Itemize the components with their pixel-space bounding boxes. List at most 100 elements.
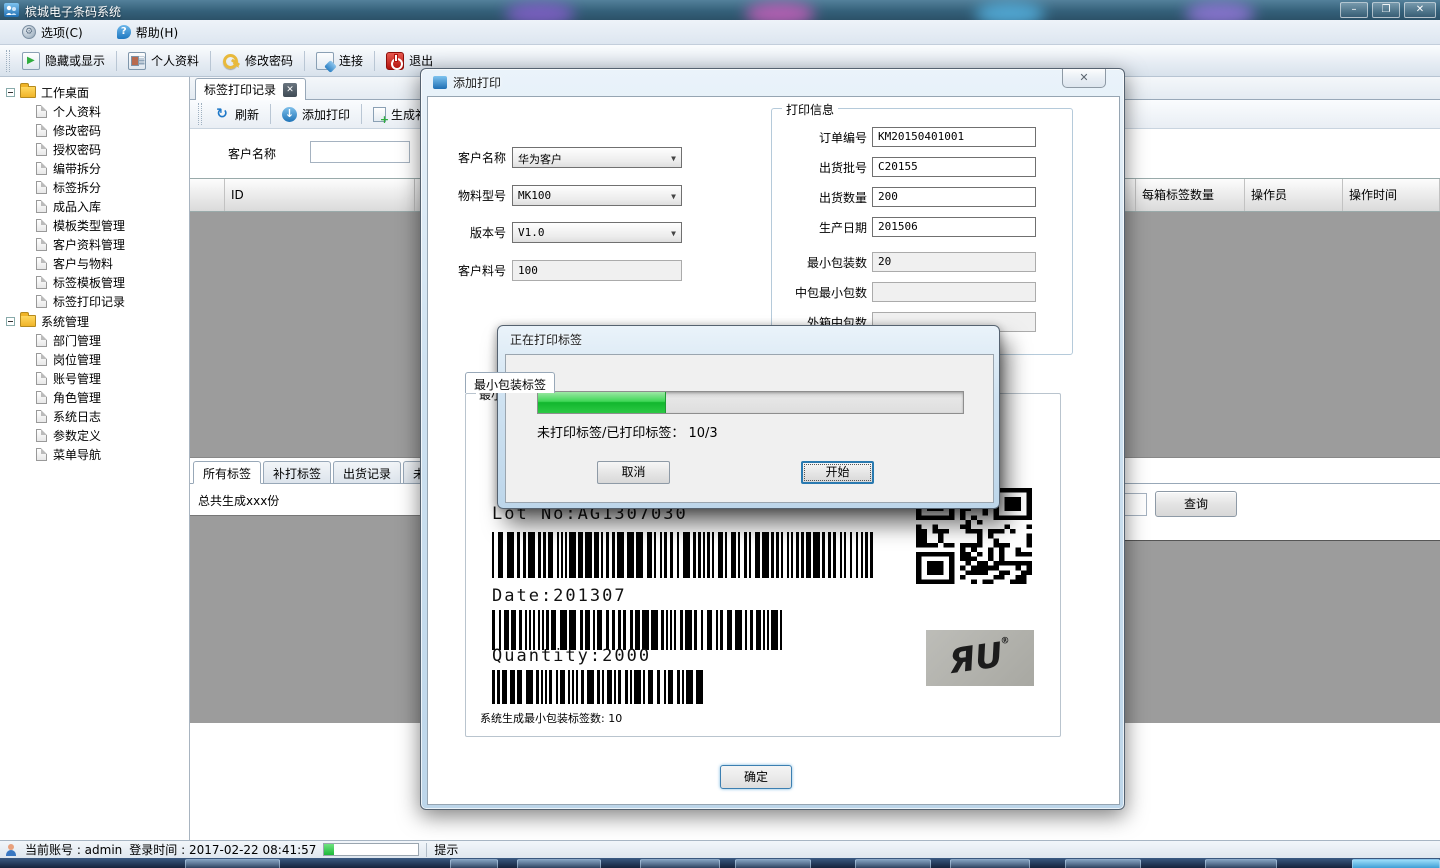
tree-expander-icon[interactable] [6, 88, 15, 97]
grid-column-header[interactable]: ID [225, 179, 415, 211]
tree-item[interactable]: 模板类型管理 [0, 216, 189, 235]
records-toolbar-add-print[interactable]: ↓添加打印 [274, 103, 358, 126]
lower-tab-2[interactable]: 出货记录 [333, 461, 401, 484]
menu-item-label: 帮助(H) [136, 24, 178, 41]
tree-item[interactable]: 系统日志 [0, 407, 189, 426]
empty-panel [1125, 540, 1440, 723]
tree-group-system[interactable]: 系统管理 [0, 311, 189, 331]
customer-name-input[interactable] [310, 141, 410, 163]
preview-tab[interactable]: 最小包装标签 [465, 372, 555, 393]
toolbar-button-hide-show[interactable]: 隐藏或显示 [14, 49, 113, 73]
quantity-barcode [492, 670, 706, 704]
toolbar-button-connect[interactable]: 连接 [308, 49, 371, 73]
tree-item[interactable]: 岗位管理 [0, 350, 189, 369]
tree-item[interactable]: 部门管理 [0, 331, 189, 350]
grid-column-header[interactable]: 每箱标签数量 [1136, 179, 1245, 211]
close-button[interactable]: ✕ [1404, 2, 1436, 18]
taskbar-button[interactable] [640, 859, 720, 868]
toolbar-button-change-password[interactable]: 修改密码 [214, 49, 301, 73]
tree-item[interactable]: 角色管理 [0, 388, 189, 407]
toolbar-button-profile[interactable]: 个人资料 [120, 49, 207, 73]
lower-tab-1[interactable]: 补打标签 [263, 461, 331, 484]
combo-2[interactable]: V1.0▼ [512, 222, 682, 243]
tip-label: 提示 [434, 841, 458, 858]
tab-close-icon[interactable]: ✕ [283, 83, 297, 97]
restore-button[interactable]: ❐ [1372, 2, 1400, 18]
field-label: 客户料号 [436, 262, 512, 279]
taskbar-button[interactable] [517, 859, 601, 868]
taskbar-button[interactable] [855, 859, 931, 868]
tab-label: 标签打印记录 [204, 81, 276, 98]
menu-item-help[interactable]: ?帮助(H) [113, 22, 182, 43]
refresh-icon: ↻ [214, 106, 230, 122]
tree-item[interactable]: 标签拆分 [0, 178, 189, 197]
combo-0[interactable]: 华为客户▼ [512, 147, 682, 168]
field-label: 出货批号 [772, 159, 872, 176]
field-label: 物料型号 [436, 187, 512, 204]
grid-column-header[interactable]: 操作时间 [1343, 179, 1440, 211]
divider [426, 843, 427, 857]
window-title: 槟城电子条码系统 [25, 3, 121, 20]
date-barcode [492, 610, 792, 650]
toolbar-grip [6, 50, 10, 72]
ok-button[interactable]: 确定 [720, 765, 792, 789]
tree-expander-icon[interactable] [6, 317, 15, 326]
form-row: 物料型号MK100▼ [436, 185, 682, 206]
menu-item-label: 选项(C) [41, 24, 83, 41]
info-field-3[interactable]: 201506 [872, 217, 1036, 237]
tab-label-print-records[interactable]: 标签打印记录 ✕ [195, 78, 306, 100]
document-icon [36, 295, 47, 308]
menu-item-options[interactable]: ⚙选项(C) [18, 22, 87, 43]
taskbar-button[interactable] [185, 859, 280, 868]
tree-item[interactable]: 个人资料 [0, 102, 189, 121]
tree-item-label: 参数定义 [53, 427, 101, 444]
combo-1[interactable]: MK100▼ [512, 185, 682, 206]
start-button[interactable]: 开始 [801, 461, 874, 484]
cancel-button[interactable]: 取消 [597, 461, 670, 484]
info-field-0[interactable]: KM20150401001 [872, 127, 1036, 147]
tree-item[interactable]: 账号管理 [0, 369, 189, 388]
taskbar-button[interactable] [735, 859, 811, 868]
taskbar-button-active[interactable] [1352, 859, 1440, 868]
tree-item[interactable]: 标签打印记录 [0, 292, 189, 311]
ul-certification-logo: ЯU® [926, 630, 1034, 686]
toolbar-separator [210, 51, 211, 71]
taskbar-button[interactable] [1065, 859, 1141, 868]
tree-item[interactable]: 标签模板管理 [0, 273, 189, 292]
taskbar-button[interactable] [950, 859, 1030, 868]
lower-tab-0[interactable]: 所有标签 [193, 461, 261, 484]
progress-bar-fill [538, 392, 666, 413]
minimize-button[interactable]: – [1340, 2, 1368, 18]
dialog-close-button[interactable]: ✕ [1062, 69, 1106, 88]
tree-item-label: 部门管理 [53, 332, 101, 349]
tree-item[interactable]: 客户与物料 [0, 254, 189, 273]
grid-column-header[interactable] [190, 179, 225, 211]
dialog-app-icon [433, 76, 447, 89]
info-field-2[interactable]: 200 [872, 187, 1036, 207]
document-icon [36, 124, 47, 137]
taskbar-button[interactable] [450, 859, 498, 868]
grid-column-header[interactable]: 操作员 [1245, 179, 1343, 211]
field-label: 订单编号 [772, 129, 872, 146]
tree-item[interactable]: 参数定义 [0, 426, 189, 445]
tree-item[interactable]: 编带拆分 [0, 159, 189, 178]
taskbar-button[interactable] [1205, 859, 1277, 868]
tree-item[interactable]: 成品入库 [0, 197, 189, 216]
document-icon [36, 391, 47, 404]
records-toolbar-refresh[interactable]: ↻刷新 [206, 103, 267, 126]
tree-group-workspace[interactable]: 工作桌面 [0, 82, 189, 102]
tree-item[interactable]: 客户资料管理 [0, 235, 189, 254]
tree-item-label: 客户资料管理 [53, 236, 125, 253]
tree-item[interactable]: 授权密码 [0, 140, 189, 159]
tree-group-label: 工作桌面 [41, 84, 89, 101]
power-icon [386, 52, 404, 70]
document-icon [36, 162, 47, 175]
tree-item-label: 岗位管理 [53, 351, 101, 368]
info-field-1[interactable]: C20155 [872, 157, 1036, 177]
tree-item[interactable]: 修改密码 [0, 121, 189, 140]
document-icon [36, 238, 47, 251]
query-button[interactable]: 查询 [1155, 491, 1237, 517]
folder-icon [20, 315, 36, 327]
tree-item[interactable]: 菜单导航 [0, 445, 189, 464]
document-icon [36, 257, 47, 270]
